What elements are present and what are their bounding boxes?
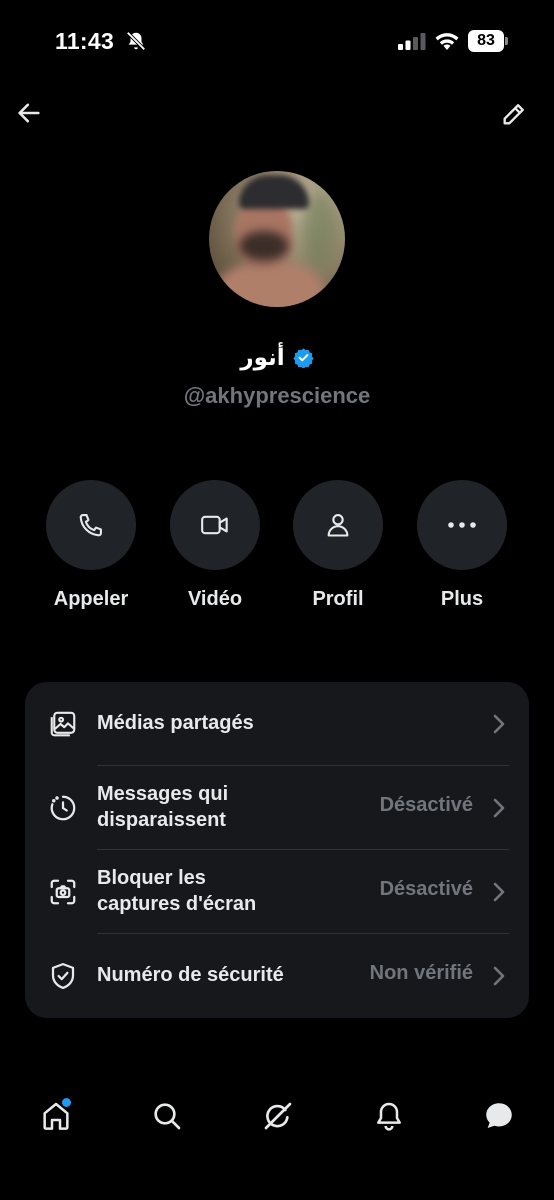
bell-muted-icon bbox=[126, 31, 146, 51]
video-button[interactable]: Vidéo bbox=[160, 480, 270, 611]
timer-icon bbox=[47, 792, 79, 824]
row-title-line: disparaissent bbox=[97, 809, 226, 831]
row-title-line: captures d'écran bbox=[97, 893, 257, 915]
handle: @akhyprescience bbox=[183, 383, 371, 408]
row-disappearing-messages[interactable]: Messages qui disparaissent Désactivé bbox=[25, 766, 529, 850]
bottom-nav bbox=[0, 1080, 554, 1152]
grok-icon bbox=[264, 1102, 292, 1130]
more-circle[interactable] bbox=[417, 480, 507, 570]
display-name: أنور bbox=[240, 343, 285, 370]
row-value-block-screenshots: Désactivé bbox=[379, 878, 473, 900]
phone-icon bbox=[79, 514, 102, 537]
call-circle[interactable] bbox=[46, 480, 136, 570]
status-time: 11:43 bbox=[55, 28, 115, 54]
notification-dot bbox=[62, 1098, 71, 1107]
chevron-right-icon bbox=[493, 882, 505, 902]
row-title-shared-media: Médias partagés bbox=[97, 712, 254, 734]
chevron-right-icon bbox=[493, 714, 505, 734]
profile-label: Profil bbox=[312, 588, 364, 610]
nav-grok[interactable] bbox=[258, 1096, 298, 1136]
call-label: Appeler bbox=[53, 588, 129, 610]
shared-media-icon bbox=[47, 708, 79, 740]
profile-circle[interactable] bbox=[293, 480, 383, 570]
row-title-block-screenshots: Bloquer les captures d'écran bbox=[97, 865, 256, 917]
nav-notifications[interactable] bbox=[369, 1096, 409, 1136]
person-icon bbox=[327, 514, 349, 537]
row-title-disappearing-messages: Messages qui disparaissent bbox=[97, 781, 228, 833]
pencil-icon bbox=[503, 104, 524, 125]
arrow-left-icon bbox=[18, 103, 40, 123]
row-block-screenshots[interactable]: Bloquer les captures d'écran Désactivé bbox=[25, 850, 529, 934]
row-value-disappearing: Désactivé bbox=[379, 794, 473, 816]
chevron-right-icon bbox=[493, 798, 505, 818]
avatar[interactable] bbox=[209, 171, 345, 307]
search-icon bbox=[154, 1103, 181, 1130]
chevron-right-icon bbox=[493, 966, 505, 986]
screenshot-block-icon bbox=[47, 876, 79, 908]
messages-icon bbox=[486, 1103, 512, 1129]
row-title-line: Bloquer les bbox=[97, 867, 206, 889]
edit-button[interactable] bbox=[496, 96, 532, 132]
more-label: Plus bbox=[440, 588, 484, 610]
row-value-safety-number: Non vérifié bbox=[369, 962, 473, 984]
verified-badge-icon bbox=[292, 347, 314, 368]
video-camera-icon bbox=[201, 515, 228, 535]
profile-button[interactable]: Profil bbox=[283, 480, 393, 611]
nav-home[interactable] bbox=[36, 1096, 76, 1136]
battery-icon: 83 bbox=[468, 30, 508, 52]
row-shared-media[interactable]: Médias partagés bbox=[25, 682, 529, 766]
row-safety-number[interactable]: Numéro de sécurité Non vérifié bbox=[25, 934, 529, 1018]
name-row: أنور bbox=[0, 341, 554, 373]
video-circle[interactable] bbox=[170, 480, 260, 570]
notifications-icon bbox=[377, 1102, 401, 1131]
battery-level: 83 bbox=[477, 32, 495, 49]
nav-search[interactable] bbox=[147, 1096, 187, 1136]
back-button[interactable] bbox=[12, 96, 46, 130]
more-button[interactable]: Plus bbox=[407, 480, 517, 611]
call-button[interactable]: Appeler bbox=[36, 480, 146, 611]
nav-messages[interactable] bbox=[479, 1096, 519, 1136]
video-label: Vidéo bbox=[187, 588, 243, 610]
status-bar: 11:43 83 bbox=[0, 0, 554, 84]
settings-card: Médias partagés Messages qui disparaisse… bbox=[25, 682, 529, 1018]
shield-check-icon bbox=[47, 960, 79, 992]
cellular-signal-icon bbox=[398, 33, 426, 50]
wifi-icon bbox=[435, 33, 459, 50]
row-title-line: Messages qui bbox=[97, 783, 229, 805]
more-dots-icon bbox=[448, 522, 476, 528]
row-title-safety-number: Numéro de sécurité bbox=[97, 964, 284, 986]
